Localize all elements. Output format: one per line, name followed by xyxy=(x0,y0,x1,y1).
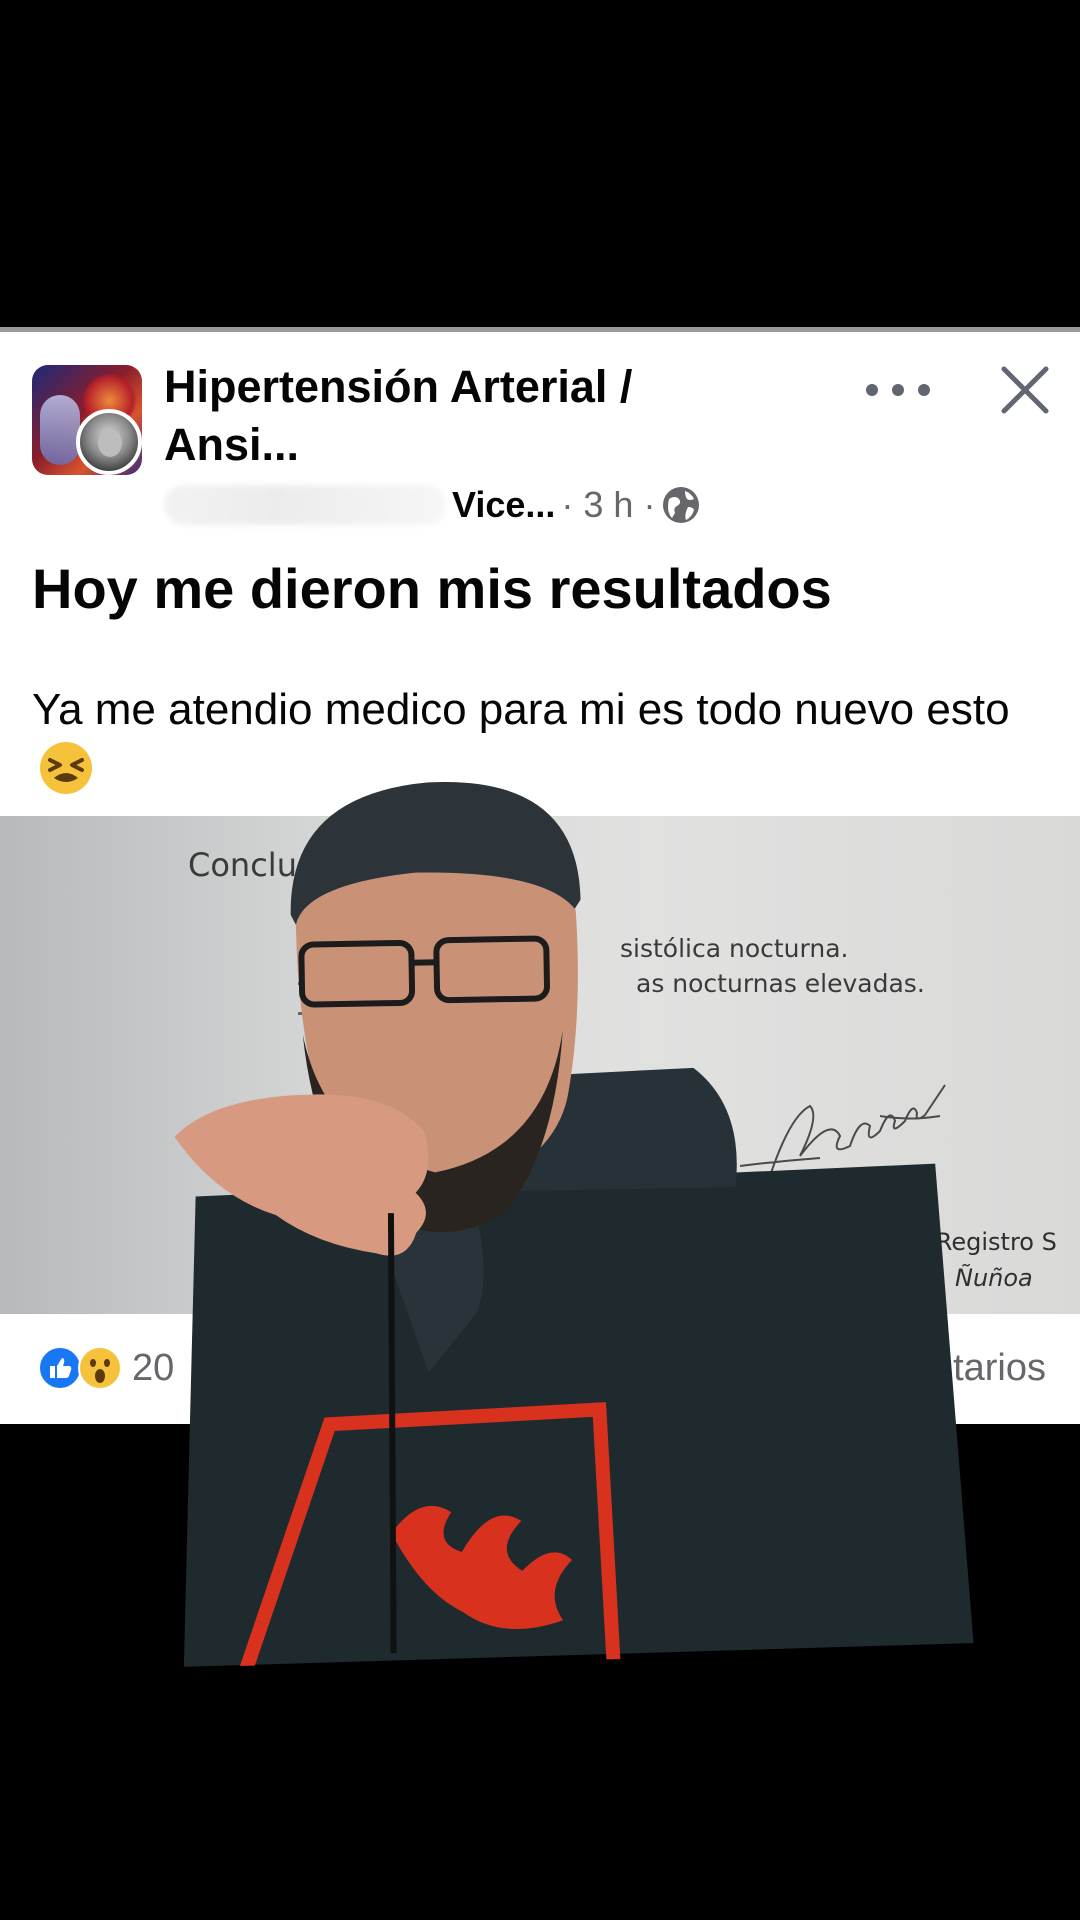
like-icon xyxy=(38,1346,82,1390)
tired-face-icon xyxy=(40,742,92,794)
person-overlay-image xyxy=(174,781,974,1667)
more-options-icon[interactable] xyxy=(866,370,930,410)
wow-icon xyxy=(78,1346,122,1390)
author-name[interactable]: Vice... xyxy=(452,484,555,526)
group-avatar[interactable] xyxy=(32,365,144,477)
post-meta: Vice... · 3 h · xyxy=(164,478,701,532)
author-avatar[interactable] xyxy=(76,409,142,475)
close-icon[interactable] xyxy=(998,363,1052,417)
post-time[interactable]: · 3 h · xyxy=(561,484,655,526)
reaction-count: 20 xyxy=(132,1346,175,1389)
globe-icon xyxy=(663,487,700,523)
post-body-text: Ya me atendio medico para mi es todo nue… xyxy=(32,685,1010,734)
post-title: Hoy me dieron mis resultados xyxy=(32,557,832,620)
card-top-divider xyxy=(0,327,1080,332)
reactions-summary[interactable]: 20 xyxy=(38,1340,174,1396)
group-name[interactable]: Hipertensión Arterial / Ansi... xyxy=(164,358,724,474)
blurred-author-name xyxy=(164,485,446,525)
